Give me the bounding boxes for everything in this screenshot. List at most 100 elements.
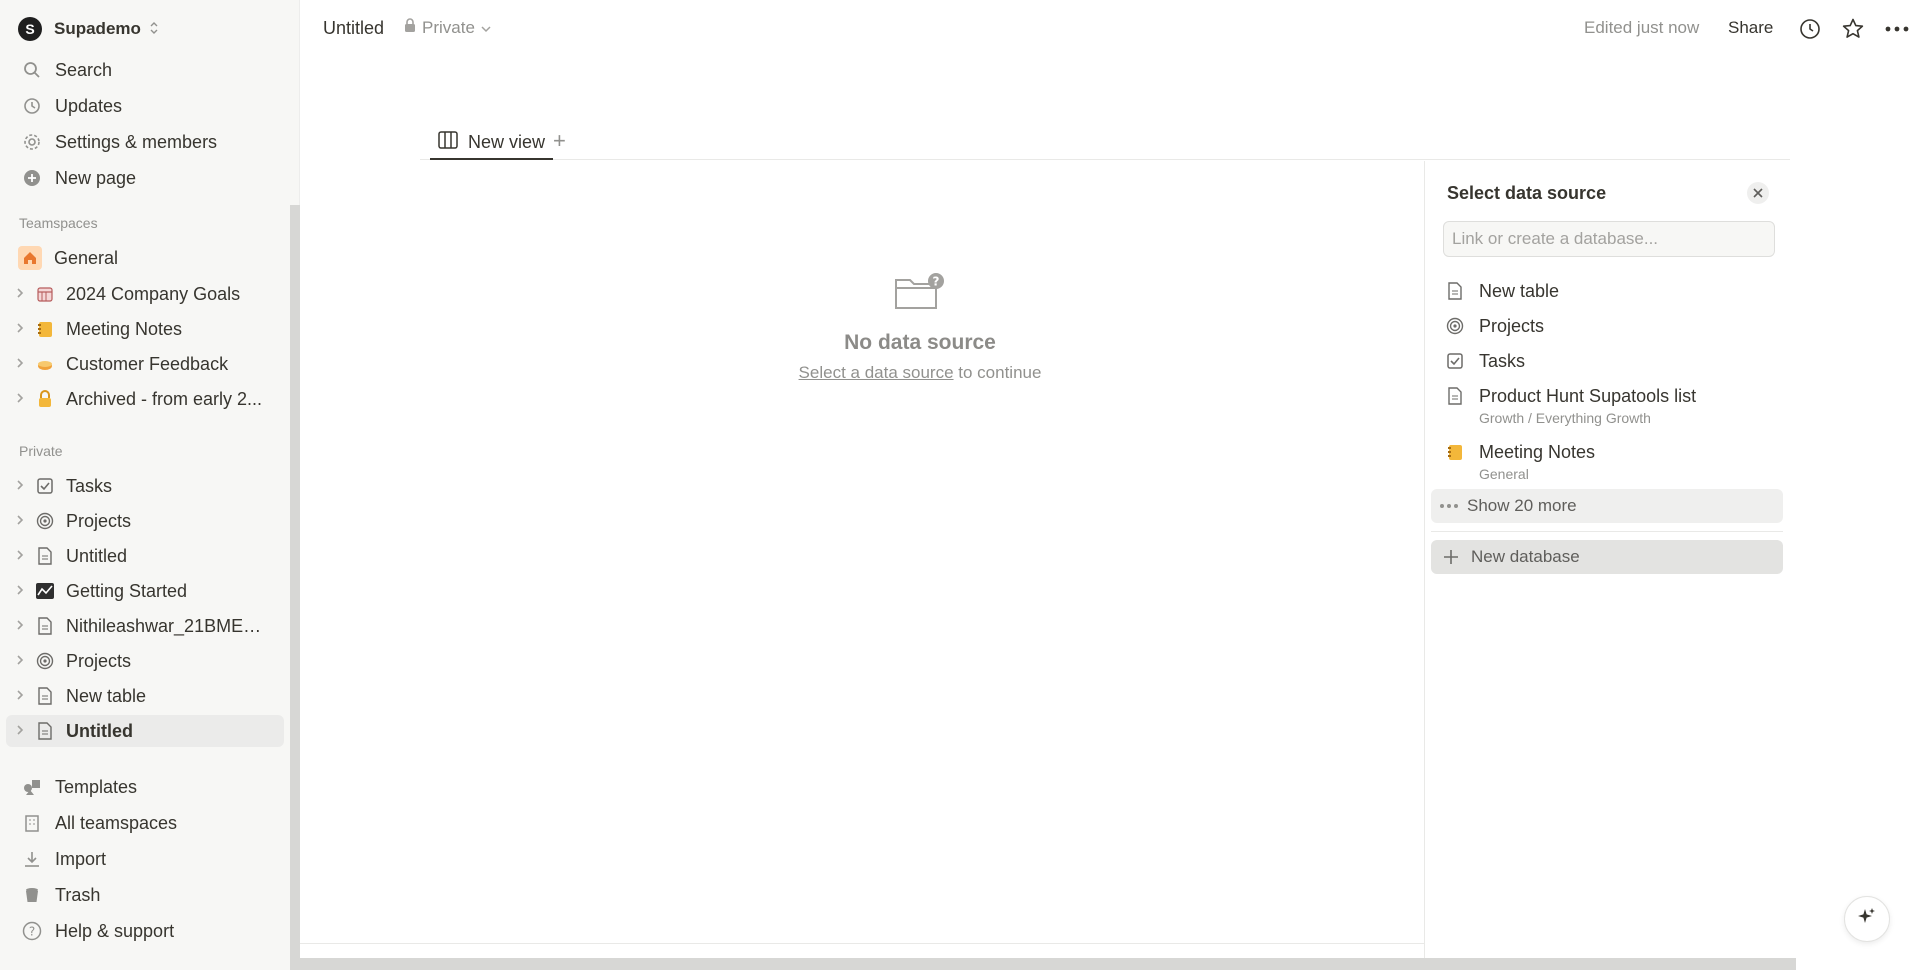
- sidebar-item-new-table[interactable]: New table: [6, 680, 284, 712]
- show-more-label: Show 20 more: [1467, 496, 1577, 515]
- chevron-right-icon[interactable]: [6, 689, 34, 704]
- edited-status: Edited just now: [1584, 18, 1700, 37]
- search-icon: [20, 61, 44, 79]
- chevron-right-icon[interactable]: [6, 514, 34, 529]
- nav-updates[interactable]: Updates: [20, 92, 280, 120]
- source-item-tasks[interactable]: Tasks: [1443, 349, 1773, 373]
- sidebar-item-projects-2[interactable]: Projects: [6, 645, 284, 677]
- folder-question-icon: ?: [720, 272, 1120, 317]
- chevron-down-icon: [481, 18, 491, 38]
- add-view-icon[interactable]: +: [553, 128, 566, 154]
- sidebar-item-archived[interactable]: Archived - from early 2...: [6, 383, 284, 415]
- nav-help[interactable]: ? Help & support: [20, 917, 280, 945]
- pie-icon: [34, 355, 56, 373]
- svg-text:?: ?: [29, 925, 35, 939]
- sidebar-item-untitled[interactable]: Untitled: [6, 540, 284, 572]
- chevron-right-icon[interactable]: [6, 549, 34, 564]
- horizontal-scrollbar[interactable]: [300, 958, 1796, 970]
- nav-templates[interactable]: Templates: [20, 773, 280, 801]
- sidebar-item-meeting-notes[interactable]: Meeting Notes: [6, 313, 284, 345]
- notebook-icon: [1443, 440, 1467, 464]
- nav-import[interactable]: Import: [20, 845, 280, 873]
- source-item-meeting-notes[interactable]: Meeting Notes General: [1443, 440, 1773, 482]
- ai-sparkle-button[interactable]: [1844, 896, 1890, 942]
- new-database-label: New database: [1471, 547, 1580, 566]
- chevron-right-icon[interactable]: [6, 392, 34, 407]
- database-search-input[interactable]: [1443, 221, 1775, 257]
- privacy-label: Private: [422, 18, 475, 37]
- nav-search[interactable]: Search: [20, 56, 280, 84]
- page-icon: [34, 722, 56, 740]
- nav-new-page[interactable]: New page: [20, 164, 280, 192]
- page-breadcrumb-title[interactable]: Untitled: [323, 18, 384, 39]
- sparkle-icon: [1856, 906, 1878, 933]
- chevron-right-icon[interactable]: [6, 479, 34, 494]
- page-icon: [34, 617, 56, 635]
- sidebar-item-getting-started[interactable]: Getting Started: [6, 575, 284, 607]
- panel-title: Select data source: [1447, 183, 1607, 203]
- select-data-source-link[interactable]: Select a data source: [799, 363, 954, 382]
- checkbox-icon: [34, 477, 56, 495]
- view-tab-bar: New view +: [420, 126, 1790, 160]
- tab-new-view[interactable]: New view: [430, 126, 554, 160]
- sidebar-item-tasks[interactable]: Tasks: [6, 470, 284, 502]
- plus-circle-icon: [20, 169, 44, 187]
- source-item-new-table[interactable]: New table: [1443, 279, 1773, 303]
- share-button[interactable]: Share: [1728, 18, 1773, 38]
- help-icon: ?: [20, 921, 44, 941]
- page-icon: [34, 687, 56, 705]
- nav-all-teamspaces[interactable]: All teamspaces: [20, 809, 280, 837]
- sidebar-item-projects[interactable]: Projects: [6, 505, 284, 537]
- gear-icon: [20, 133, 44, 151]
- content-divider: [300, 943, 1424, 944]
- chevron-right-icon[interactable]: [6, 357, 34, 372]
- chevron-right-icon[interactable]: [6, 322, 34, 337]
- source-item-path: Growth / Everything Growth: [1479, 410, 1651, 426]
- calendar-icon: [34, 285, 56, 303]
- lock-icon: [34, 390, 56, 408]
- show-more-button[interactable]: Show 20 more: [1431, 489, 1783, 523]
- page-icon: [1443, 384, 1467, 408]
- source-item-label: New table: [1479, 281, 1560, 301]
- star-icon[interactable]: [1840, 16, 1866, 42]
- teamspace-general[interactable]: General: [18, 244, 118, 272]
- plus-icon: [1431, 549, 1471, 565]
- new-database-button[interactable]: New database: [1431, 540, 1783, 574]
- sidebar-item-nithileashwar[interactable]: Nithileashwar_21BME10...: [6, 610, 284, 642]
- sidebar-item-company-goals[interactable]: 2024 Company Goals: [6, 278, 284, 310]
- ellipsis-icon: [1431, 503, 1467, 509]
- tab-label: New view: [468, 131, 546, 152]
- chevron-right-icon[interactable]: [6, 619, 34, 634]
- empty-state-title: No data source: [844, 331, 996, 354]
- building-icon: [20, 814, 44, 832]
- notebook-icon: [34, 320, 56, 338]
- history-icon[interactable]: [1797, 16, 1823, 42]
- sidebar-scrollbar[interactable]: [290, 205, 300, 970]
- empty-state: ? No data source Select a data source to…: [720, 272, 1120, 383]
- teamspaces-label: Teamspaces: [19, 215, 98, 231]
- empty-state-suffix: to continue: [953, 363, 1042, 382]
- target-icon: [1443, 314, 1467, 338]
- sidebar-item-untitled-active[interactable]: Untitled: [6, 715, 284, 747]
- lock-icon: [404, 18, 416, 38]
- source-item-projects[interactable]: Projects: [1443, 314, 1773, 338]
- source-item-label: Projects: [1479, 316, 1545, 336]
- chart-icon: [34, 583, 56, 599]
- privacy-dropdown[interactable]: Private: [404, 18, 491, 38]
- more-options-icon[interactable]: [1884, 16, 1910, 42]
- chevron-right-icon[interactable]: [6, 724, 34, 739]
- source-item-product-hunt[interactable]: Product Hunt Supatools list Growth / Eve…: [1443, 384, 1773, 426]
- chevron-right-icon[interactable]: [6, 287, 34, 302]
- chevron-right-icon[interactable]: [6, 654, 34, 669]
- workspace-switcher[interactable]: S Supademo: [18, 16, 159, 42]
- source-item-label: Meeting Notes: [1479, 442, 1596, 462]
- sidebar-item-customer-feedback[interactable]: Customer Feedback: [6, 348, 284, 380]
- sidebar: S Supademo Search Updates Settings & mem…: [0, 0, 300, 970]
- chevron-right-icon[interactable]: [6, 584, 34, 599]
- source-item-label: Tasks: [1479, 351, 1526, 371]
- workspace-name: Supademo: [54, 19, 141, 38]
- empty-state-subtitle: Select a data source to continue: [720, 363, 1120, 383]
- nav-trash[interactable]: Trash: [20, 881, 280, 909]
- close-icon[interactable]: [1747, 182, 1769, 204]
- nav-settings[interactable]: Settings & members: [20, 128, 280, 156]
